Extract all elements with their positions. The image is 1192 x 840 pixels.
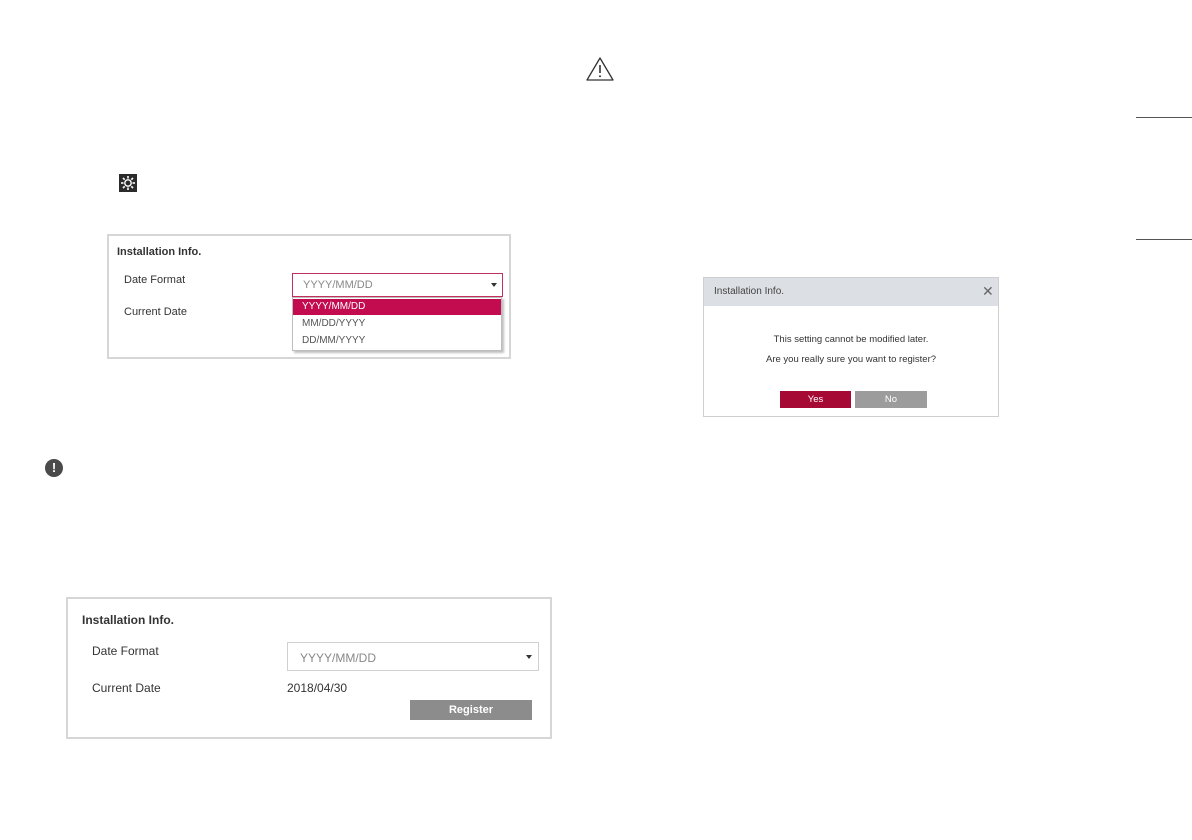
dialog-header: Installation Info. ✕ <box>704 278 998 306</box>
option-dd-mm-yyyy[interactable]: DD/MM/YYYY <box>293 333 501 349</box>
warning-triangle-icon <box>585 56 615 82</box>
date-format-select[interactable]: YYYY/MM/DD <box>287 642 539 671</box>
panel-title: Installation Info. <box>117 246 202 258</box>
panel-title: Installation Info. <box>82 613 174 627</box>
date-format-select-value: YYYY/MM/DD <box>303 279 373 291</box>
date-format-label: Date Format <box>92 644 159 658</box>
chevron-down-icon[interactable] <box>491 283 497 287</box>
date-format-label: Date Format <box>124 274 186 286</box>
gear-icon <box>119 174 137 192</box>
chevron-down-icon[interactable] <box>526 655 532 659</box>
current-date-label: Current Date <box>124 306 187 318</box>
date-format-options-list: YYYY/MM/DD MM/DD/YYYY DD/MM/YYYY <box>292 297 502 351</box>
register-button[interactable]: Register <box>410 700 532 720</box>
date-format-select-value: YYYY/MM/DD <box>300 651 377 665</box>
option-mm-dd-yyyy[interactable]: MM/DD/YYYY <box>293 316 501 332</box>
option-yyyy-mm-dd[interactable]: YYYY/MM/DD <box>293 299 501 315</box>
margin-rule <box>1136 117 1192 118</box>
yes-button[interactable]: Yes <box>780 391 851 408</box>
date-format-select[interactable]: YYYY/MM/DD <box>292 273 503 297</box>
close-icon[interactable]: ✕ <box>982 283 994 299</box>
dialog-title: Installation Info. <box>714 286 785 297</box>
no-button[interactable]: No <box>855 391 927 408</box>
exclamation-icon: ! <box>45 459 63 477</box>
confirm-dialog: Installation Info. ✕ This setting cannot… <box>703 277 999 417</box>
current-date-label: Current Date <box>92 681 161 695</box>
installation-info-panel-dropdown: Installation Info. Date Format Current D… <box>107 234 511 359</box>
installation-info-panel-register: Installation Info. Date Format Current D… <box>66 597 552 739</box>
dialog-message-line2: Are you really sure you want to register… <box>765 354 937 365</box>
dialog-message-line1: This setting cannot be modified later. <box>773 334 929 345</box>
current-date-value: 2018/04/30 <box>287 681 348 695</box>
margin-rule <box>1136 239 1192 240</box>
